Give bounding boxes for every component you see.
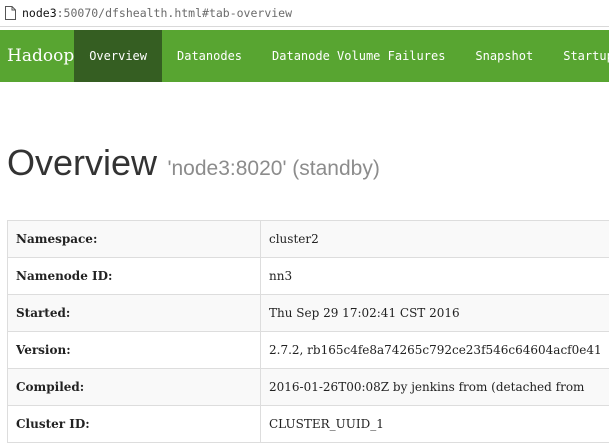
address-bar[interactable]: node3:50070/dfshealth.html#tab-overview (0, 0, 609, 27)
row-key: Compiled: (8, 369, 261, 406)
tab-startup[interactable]: Startup (548, 30, 609, 82)
row-value: 2016-01-26T00:08Z by jenkins from (detac… (261, 369, 609, 406)
row-key: Namespace: (8, 221, 261, 258)
row-value: nn3 (261, 258, 609, 295)
tab-overview[interactable]: Overview (74, 30, 162, 82)
tab-datanode-volume-failures[interactable]: Datanode Volume Failures (257, 30, 460, 82)
top-navbar: Hadoop Overview Datanodes Datanode Volum… (0, 30, 609, 82)
row-value: Thu Sep 29 17:02:41 CST 2016 (261, 295, 609, 332)
page-icon (4, 6, 17, 21)
url-path: :50070/dfshealth.html#tab-overview (57, 6, 292, 20)
table-row: Version: 2.7.2, rb165c4fe8a74265c792ce23… (8, 332, 609, 369)
page-subtitle: 'node3:8020' (standby) (167, 157, 379, 180)
row-key: Cluster ID: (8, 406, 261, 443)
url-host: node3 (22, 6, 57, 20)
page-heading: Overview (7, 142, 157, 183)
table-row: Namenode ID: nn3 (8, 258, 609, 295)
brand-logo[interactable]: Hadoop (0, 30, 74, 82)
row-value: cluster2 (261, 221, 609, 258)
tab-datanodes[interactable]: Datanodes (162, 30, 257, 82)
table-row: Compiled: 2016-01-26T00:08Z by jenkins f… (8, 369, 609, 406)
table-row: Cluster ID: CLUSTER_UUID_1 (8, 406, 609, 443)
row-value: CLUSTER_UUID_1 (261, 406, 609, 443)
row-key: Started: (8, 295, 261, 332)
overview-table: Namespace: cluster2 Namenode ID: nn3 Sta… (7, 220, 609, 443)
page-title: Overview 'node3:8020' (standby) (7, 142, 380, 184)
table-row: Namespace: cluster2 (8, 221, 609, 258)
tab-snapshot[interactable]: Snapshot (460, 30, 548, 82)
table-row: Started: Thu Sep 29 17:02:41 CST 2016 (8, 295, 609, 332)
row-key: Version: (8, 332, 261, 369)
row-key: Namenode ID: (8, 258, 261, 295)
row-value: 2.7.2, rb165c4fe8a74265c792ce23f546c6460… (261, 332, 609, 369)
url-text[interactable]: node3:50070/dfshealth.html#tab-overview (22, 6, 292, 20)
